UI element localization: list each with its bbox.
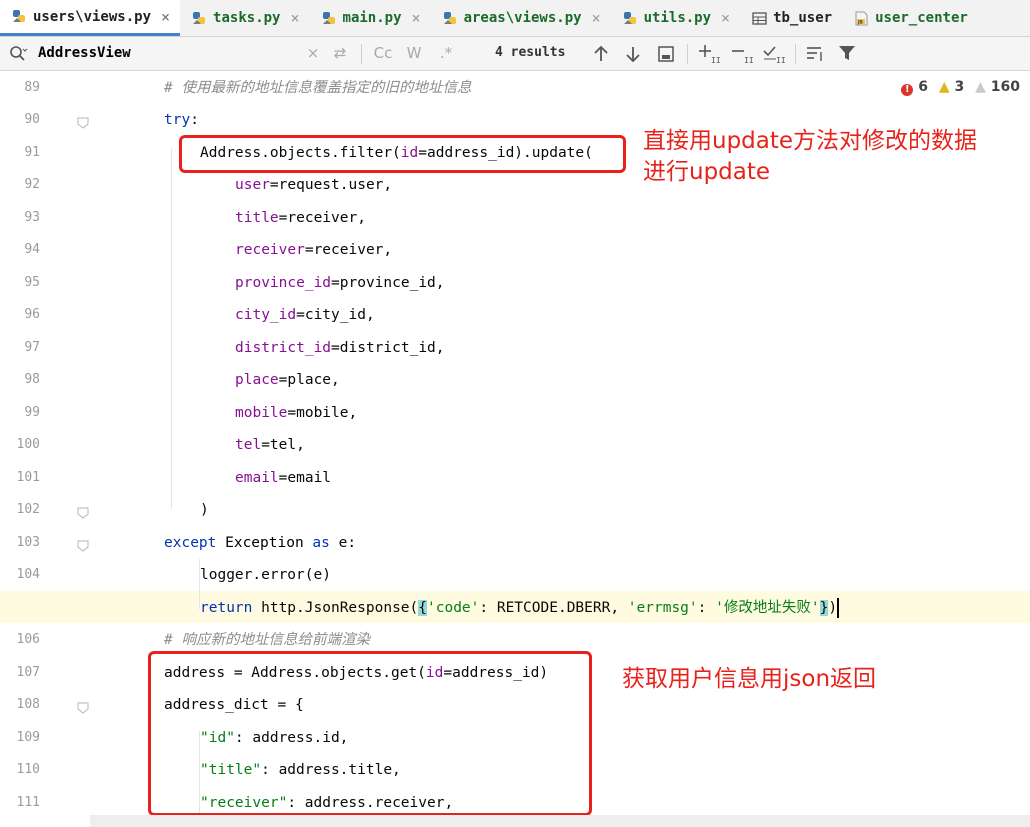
tab-label: user_center <box>875 10 968 26</box>
line-number: 94 <box>24 242 40 257</box>
code-line-99: mobile=mobile, <box>235 405 358 421</box>
code-line-103: except Exception as e: <box>164 535 357 551</box>
line-number: 90 <box>24 112 40 127</box>
select-all-occurrences-icon[interactable]: II <box>762 43 786 69</box>
regex-button[interactable]: .* <box>437 42 455 64</box>
separator <box>795 44 796 64</box>
code-line-105: return http.JsonResponse({'code': RETCOD… <box>200 598 840 618</box>
tab-label: areas\views.py <box>463 10 582 26</box>
arrow-down-icon[interactable] <box>624 44 642 68</box>
horizontal-scrollbar[interactable] <box>90 815 1030 827</box>
tab-users-views[interactable]: users\views.py × <box>0 0 181 36</box>
add-occurrence-icon[interactable]: II <box>697 43 721 69</box>
filter-icon[interactable] <box>838 44 856 66</box>
search-icon[interactable] <box>8 44 28 64</box>
line-number: 108 <box>16 697 40 712</box>
tab-label: tasks.py <box>213 10 281 26</box>
close-icon[interactable]: × <box>290 9 299 27</box>
code-line-98: place=place, <box>235 372 340 388</box>
tab-user-center[interactable]: JS user_center <box>842 0 978 36</box>
find-bar: AddressView × ⇄ Cc W .* 4 results II II … <box>0 37 1030 71</box>
code-line-93: title=receiver, <box>235 210 366 226</box>
tab-label: main.py <box>342 10 402 26</box>
code-line-90: try: <box>164 112 199 128</box>
line-number: 92 <box>24 177 40 192</box>
code-line-96: city_id=city_id, <box>235 307 375 323</box>
highlight-box-response <box>148 651 592 816</box>
tab-utils[interactable]: utils.py × <box>611 0 740 36</box>
line-number: 93 <box>24 210 40 225</box>
code-line-89: # 使用最新的地址信息覆盖指定的旧的地址信息 <box>164 80 472 96</box>
python-file-icon <box>12 9 27 24</box>
line-number: 98 <box>24 372 40 387</box>
close-icon[interactable]: × <box>412 9 421 27</box>
js-file-icon: JS <box>854 11 869 26</box>
svg-text:II: II <box>744 56 754 65</box>
line-number: 111 <box>16 795 40 810</box>
line-number: 96 <box>24 307 40 322</box>
highlight-box-update <box>179 135 626 173</box>
svg-text:JS: JS <box>857 19 863 25</box>
tab-label: tb_user <box>773 10 833 26</box>
svg-text:II: II <box>776 56 786 65</box>
code-line-95: province_id=province_id, <box>235 275 445 291</box>
in-selection-icon[interactable] <box>657 45 675 67</box>
close-icon[interactable]: × <box>161 8 170 26</box>
line-number: 103 <box>16 535 40 550</box>
code-line-100: tel=tel, <box>235 437 305 453</box>
separator <box>361 44 362 64</box>
search-results-count: 4 results <box>495 45 566 60</box>
line-number: 100 <box>16 437 40 452</box>
code-line-101: email=email <box>235 470 332 486</box>
match-case-button[interactable]: Cc <box>371 42 395 64</box>
arrow-up-icon[interactable] <box>592 44 610 68</box>
line-number: 99 <box>24 405 40 420</box>
replace-toggle-button[interactable]: ⇄ <box>331 42 349 64</box>
words-button[interactable]: W <box>405 42 423 64</box>
python-file-icon <box>322 11 337 26</box>
line-number-gutter: 8990919293949596979899100101102103104105… <box>0 71 89 827</box>
line-number: 102 <box>16 502 40 517</box>
line-number: 89 <box>24 80 40 95</box>
clear-search-button[interactable]: × <box>305 42 321 64</box>
close-icon[interactable]: × <box>592 9 601 27</box>
code-line-94: receiver=receiver, <box>235 242 393 258</box>
editor-tab-bar: users\views.py × tasks.py × main.py × ar… <box>0 0 1030 37</box>
close-icon[interactable]: × <box>721 9 730 27</box>
annotation-response: 获取用户信息用json返回 <box>622 666 877 692</box>
python-file-icon <box>192 11 207 26</box>
svg-text:II: II <box>711 56 721 65</box>
line-number: 101 <box>16 470 40 485</box>
line-number: 106 <box>16 632 40 647</box>
indent-guide <box>171 149 172 509</box>
separator <box>687 44 688 64</box>
line-number: 109 <box>16 730 40 745</box>
search-input[interactable]: AddressView <box>38 43 298 63</box>
remove-occurrence-icon[interactable]: II <box>730 43 754 69</box>
tab-areas-views[interactable]: areas\views.py × <box>431 0 611 36</box>
line-number: 110 <box>16 762 40 777</box>
table-icon <box>752 11 767 26</box>
tab-tb-user[interactable]: tb_user <box>740 0 842 36</box>
python-file-icon <box>623 11 638 26</box>
line-number: 104 <box>16 567 40 582</box>
annotation-update: 直接用update方法对修改的数据 进行update <box>643 128 978 185</box>
tab-label: users\views.py <box>33 8 152 25</box>
tab-label: utils.py <box>643 10 712 26</box>
line-number: 91 <box>24 145 40 160</box>
code-line-102: ) <box>200 502 209 518</box>
text-caret <box>837 598 840 618</box>
code-line-97: district_id=district_id, <box>235 340 445 356</box>
line-number: 107 <box>16 665 40 680</box>
python-file-icon <box>443 11 458 26</box>
code-line-104: logger.error(e) <box>200 567 331 583</box>
tab-tasks[interactable]: tasks.py × <box>180 0 309 36</box>
code-line-92: user=request.user, <box>235 177 393 193</box>
filter-settings-icon[interactable] <box>805 44 825 68</box>
line-number: 95 <box>24 275 40 290</box>
tab-main[interactable]: main.py × <box>310 0 431 36</box>
line-number: 97 <box>24 340 40 355</box>
